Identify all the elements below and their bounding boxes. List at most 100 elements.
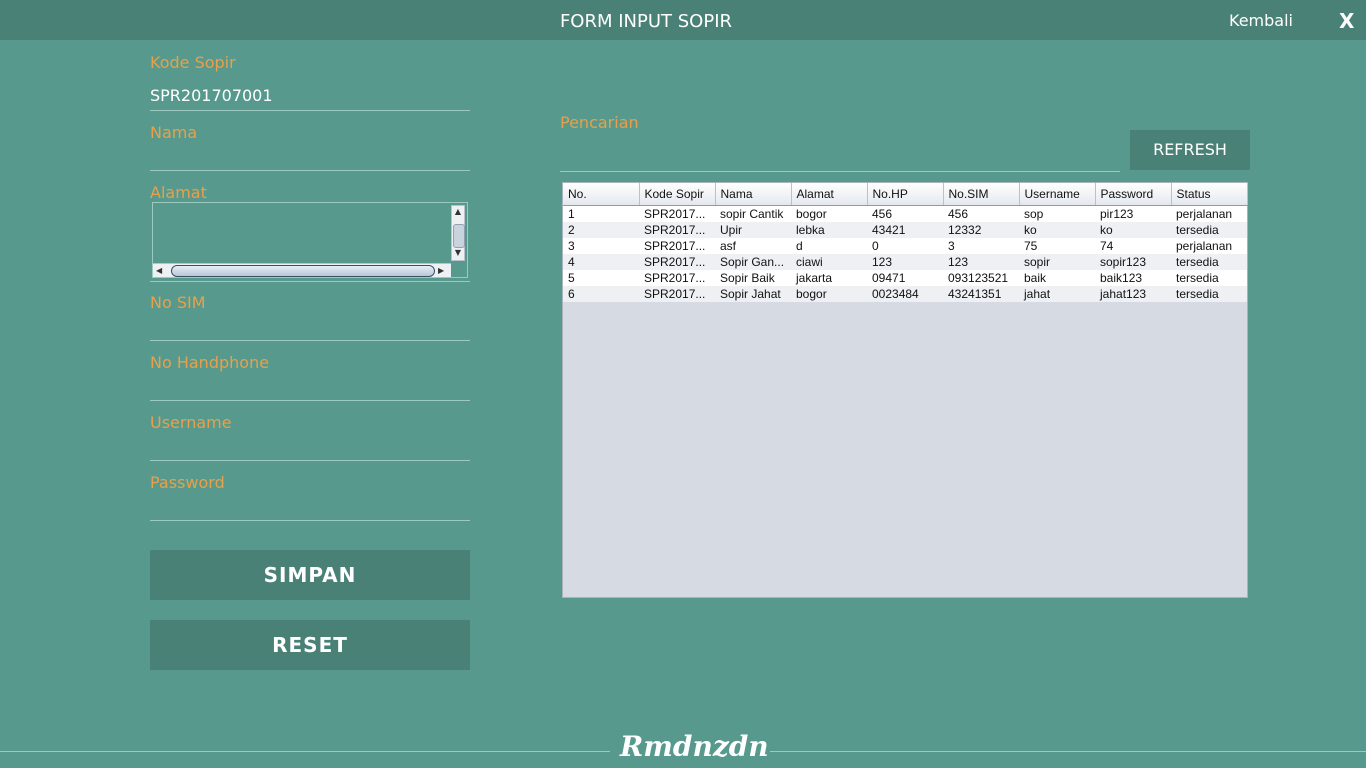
table-row[interactable]: 3 SPR2017... asf d 0 3 75 74 perjalanan [563, 238, 1247, 254]
table-cell: bogor [791, 286, 867, 302]
driver-table-panel: No. Kode Sopir Nama Alamat No.HP No.SIM … [562, 182, 1248, 598]
table-cell: SPR2017... [639, 238, 715, 254]
table-cell: Sopir Gan... [715, 254, 791, 270]
table-cell: 0023484 [867, 286, 943, 302]
kode-sopir-label: Kode Sopir [150, 53, 236, 72]
footer-divider-left [0, 751, 610, 752]
column-header[interactable]: Password [1095, 183, 1172, 206]
nama-field[interactable] [150, 141, 470, 171]
table-cell: ko [1019, 222, 1095, 238]
back-button[interactable]: Kembali [1229, 11, 1293, 30]
save-button[interactable]: SIMPAN [150, 550, 470, 600]
scroll-down-icon[interactable]: ▼ [453, 248, 463, 258]
table-cell: 123 [867, 254, 943, 270]
scroll-up-icon[interactable]: ▲ [453, 207, 463, 217]
horizontal-scroll-thumb[interactable] [171, 265, 435, 277]
table-cell: 6 [563, 286, 639, 302]
table-cell: lebka [791, 222, 867, 238]
footer-divider-right [770, 751, 1366, 752]
refresh-button[interactable]: REFRESH [1130, 130, 1250, 170]
scroll-left-icon[interactable]: ◀ [156, 265, 162, 276]
username-label: Username [150, 413, 232, 432]
column-header[interactable]: Nama [715, 183, 792, 206]
table-cell: Sopir Baik [715, 270, 791, 286]
username-field[interactable] [150, 431, 470, 461]
table-cell: baik123 [1095, 270, 1171, 286]
table-cell: sop [1019, 205, 1095, 222]
nama-label: Nama [150, 123, 198, 142]
table-cell: 09471 [867, 270, 943, 286]
table-row[interactable]: 4 SPR2017... Sopir Gan... ciawi 123 123 … [563, 254, 1247, 270]
table-cell: SPR2017... [639, 270, 715, 286]
table-cell: baik [1019, 270, 1095, 286]
search-input[interactable] [560, 140, 1120, 172]
table-cell: SPR2017... [639, 254, 715, 270]
table-cell: 3 [563, 238, 639, 254]
title-bar: FORM INPUT SOPIR Kembali X [0, 0, 1366, 40]
vertical-scroll-thumb[interactable] [453, 224, 465, 248]
table-cell: jakarta [791, 270, 867, 286]
table-cell: 43241351 [943, 286, 1019, 302]
search-label: Pencarian [560, 113, 639, 132]
table-cell: SPR2017... [639, 222, 715, 238]
table-cell: SPR2017... [639, 205, 715, 222]
table-row[interactable]: 2 SPR2017... Upir lebka 43421 12332 ko k… [563, 222, 1247, 238]
scroll-right-icon[interactable]: ▶ [438, 265, 444, 276]
column-header[interactable]: Kode Sopir [639, 183, 716, 206]
column-header[interactable]: Alamat [791, 183, 868, 206]
table-cell: asf [715, 238, 791, 254]
table-cell: 456 [943, 205, 1019, 222]
column-header[interactable]: Username [1019, 183, 1096, 206]
table-cell: 093123521 [943, 270, 1019, 286]
table-cell: Sopir Jahat [715, 286, 791, 302]
column-header[interactable]: No. [563, 183, 640, 206]
table-cell: 43421 [867, 222, 943, 238]
table-cell: 12332 [943, 222, 1019, 238]
column-header[interactable]: No.SIM [943, 183, 1020, 206]
no-sim-label: No SIM [150, 293, 206, 312]
table-cell: tersedia [1171, 286, 1247, 302]
table-cell: Upir [715, 222, 791, 238]
table-row[interactable]: 6 SPR2017... Sopir Jahat bogor 0023484 4… [563, 286, 1247, 302]
table-cell: 456 [867, 205, 943, 222]
no-handphone-label: No Handphone [150, 353, 270, 372]
table-cell: 1 [563, 205, 639, 222]
close-button[interactable]: X [1339, 9, 1354, 33]
alamat-underline [150, 281, 470, 282]
alamat-horizontal-scrollbar[interactable]: ◀ ▶ [153, 263, 451, 277]
table-cell: d [791, 238, 867, 254]
table-header-row: No. Kode Sopir Nama Alamat No.HP No.SIM … [563, 183, 1248, 206]
table-cell: 4 [563, 254, 639, 270]
alamat-vertical-scrollbar[interactable]: ▲ ▼ [451, 205, 465, 261]
alamat-label: Alamat [150, 183, 207, 202]
footer-logo: Rmdnzdn [620, 730, 769, 763]
table-cell: tersedia [1171, 270, 1247, 286]
column-header[interactable]: Status [1171, 183, 1248, 206]
table-cell: sopir123 [1095, 254, 1171, 270]
driver-table: No. Kode Sopir Nama Alamat No.HP No.SIM … [563, 183, 1248, 302]
table-cell: pir123 [1095, 205, 1171, 222]
page-title: FORM INPUT SOPIR [559, 11, 733, 32]
table-cell: 75 [1019, 238, 1095, 254]
table-cell: 2 [563, 222, 639, 238]
table-cell: 3 [943, 238, 1019, 254]
table-cell: 74 [1095, 238, 1171, 254]
table-cell: 5 [563, 270, 639, 286]
alamat-textarea[interactable]: ▲ ▼ ◀ ▶ [152, 202, 468, 278]
table-cell: sopir Cantik [715, 205, 791, 222]
table-cell: jahat123 [1095, 286, 1171, 302]
table-row[interactable]: 5 SPR2017... Sopir Baik jakarta 09471 09… [563, 270, 1247, 286]
no-sim-field[interactable] [150, 311, 470, 341]
column-header[interactable]: No.HP [867, 183, 944, 206]
table-cell: SPR2017... [639, 286, 715, 302]
table-cell: tersedia [1171, 254, 1247, 270]
table-cell: tersedia [1171, 222, 1247, 238]
password-label: Password [150, 473, 225, 492]
password-field[interactable] [150, 491, 470, 521]
kode-sopir-field[interactable]: SPR201707001 [150, 81, 470, 111]
table-row[interactable]: 1 SPR2017... sopir Cantik bogor 456 456 … [563, 205, 1247, 222]
table-cell: 123 [943, 254, 1019, 270]
no-handphone-field[interactable] [150, 371, 470, 401]
table-cell: perjalanan [1171, 205, 1247, 222]
reset-button[interactable]: RESET [150, 620, 470, 670]
